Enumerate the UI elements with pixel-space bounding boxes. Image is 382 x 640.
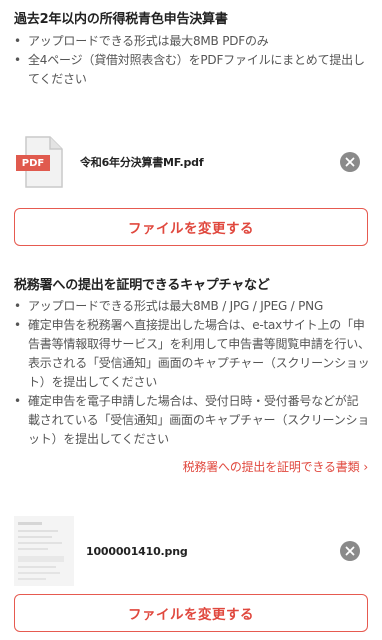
list-item: • アップロードできる形式は最大8MB PDFのみ <box>14 34 269 48</box>
section2-bullet-list: • アップロードできる形式は最大8MB / JPG / JPEG / PNG •… <box>14 297 370 449</box>
list-item: • 確定申告を電子申請した場合は、受付日時・受付番号などが記載されている「受信通… <box>14 394 370 446</box>
uploaded-file-row-image: 1000001410.png <box>14 516 368 586</box>
change-file-button[interactable]: ファイルを変更する <box>14 208 368 246</box>
change-file-button[interactable]: ファイルを変更する <box>14 594 368 632</box>
remove-file-button[interactable] <box>340 152 360 172</box>
proof-documents-link[interactable]: 税務署への提出を証明できる書類 › <box>183 458 369 475</box>
close-icon <box>345 546 355 556</box>
list-item: • アップロードできる形式は最大8MB / JPG / JPEG / PNG <box>14 299 324 313</box>
list-item: • 全4ページ（貸借対照表含む）をPDFファイルにまとめて提出してください <box>14 53 365 86</box>
remove-file-button[interactable] <box>340 541 360 561</box>
list-item: • 確定申告を税務署へ直接提出した場合は、e-taxサイト上の「申告書等情報取得… <box>14 318 370 389</box>
uploaded-file-row-pdf: PDF 令和6年分決算書MF.pdf <box>14 132 368 192</box>
chevron-right-icon: › <box>363 459 368 474</box>
file-name: 1000001410.png <box>86 544 188 558</box>
pdf-file-icon: PDF <box>14 135 64 189</box>
section-title-tax-office-proof: 税務署への提出を証明できるキャプチャなど <box>14 278 270 293</box>
close-icon <box>345 157 355 167</box>
section1-bullet-list: • アップロードできる形式は最大8MB PDFのみ • 全4ページ（貸借対照表含… <box>14 32 370 89</box>
image-thumbnail <box>14 516 74 586</box>
section-title-blue-return: 過去2年以内の所得税青色申告決算書 <box>14 12 228 27</box>
file-name: 令和6年分決算書MF.pdf <box>80 156 204 169</box>
pdf-badge-label: PDF <box>21 157 45 169</box>
